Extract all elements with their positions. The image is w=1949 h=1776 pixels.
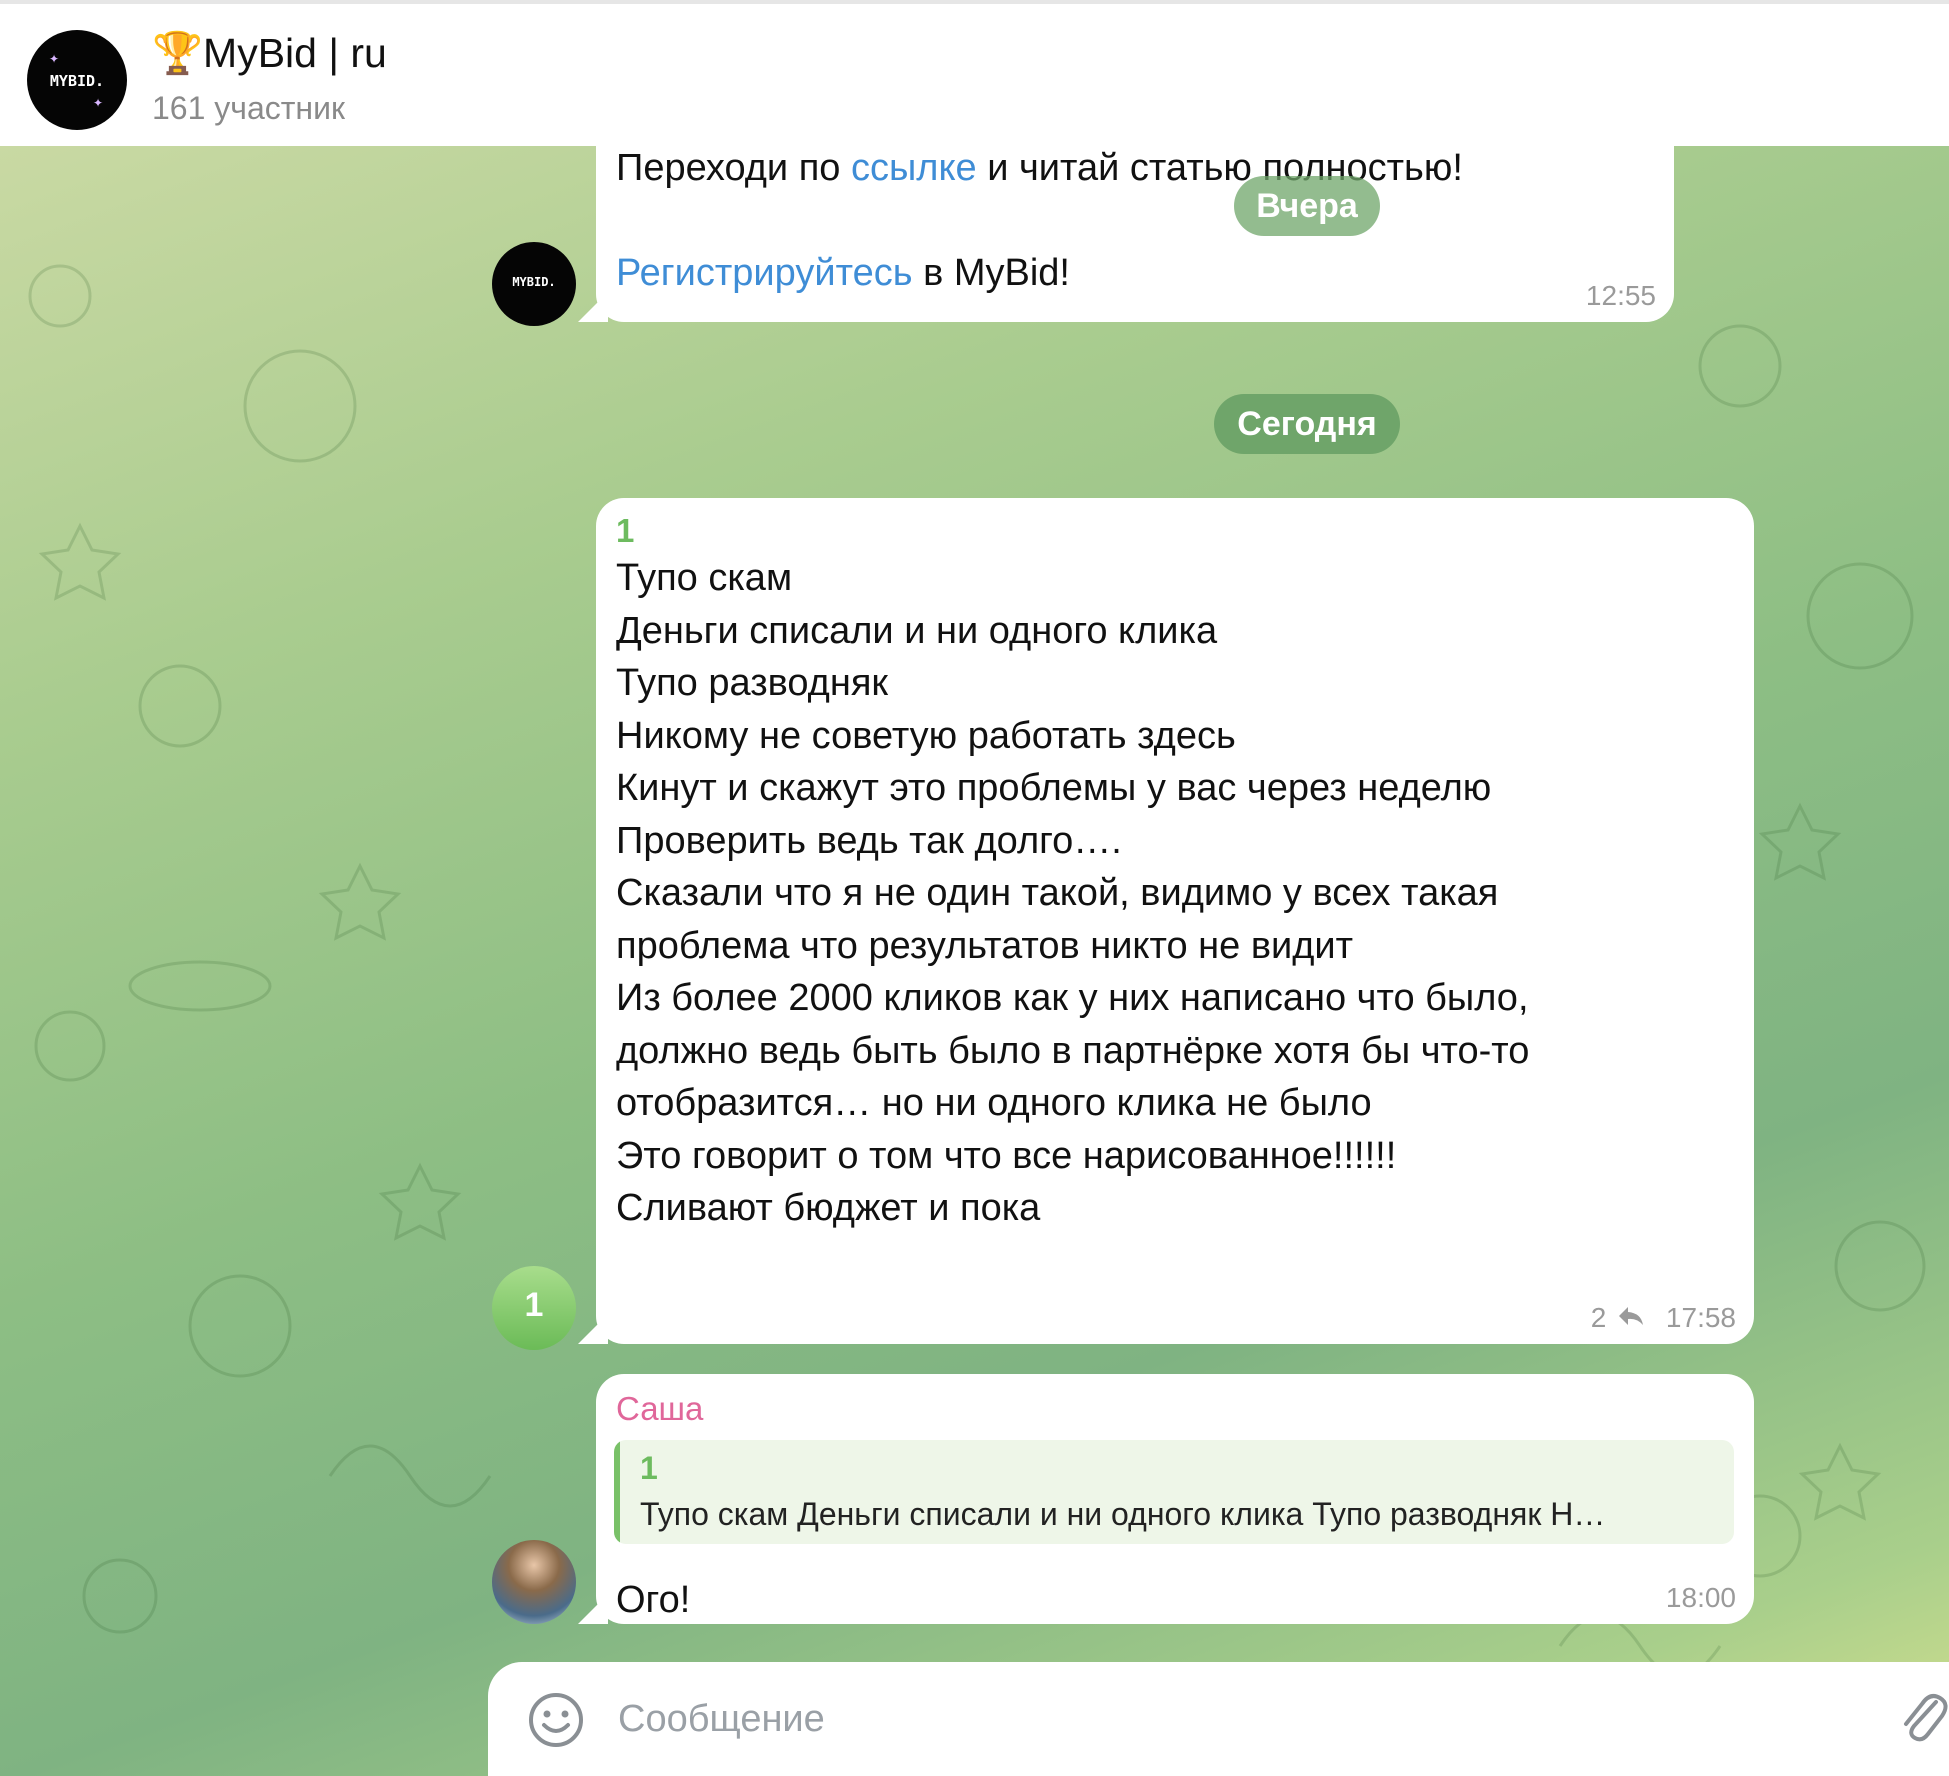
message-time: 12:55 [1585, 280, 1656, 311]
message-line: Регистрируйтесь в MyBid! [616, 252, 1070, 294]
quote-bar [614, 1440, 620, 1544]
message-time: 17:58 [1665, 1302, 1736, 1333]
message-line: Деньги списали и ни одного клика [616, 609, 1218, 652]
message-bubble[interactable]: Переходи по ссылке и читай статью полнос… [578, 146, 1674, 322]
sender-avatar[interactable]: MYBID. [492, 242, 576, 326]
message-bubble[interactable]: 1 Тупо скам Деньги списали и ни одного к… [578, 498, 1754, 1344]
message-line: Тупо скам [616, 557, 793, 599]
channel-avatar[interactable]: ✦ ✦ MYBID. [27, 30, 127, 130]
message-line: Сказали что я не один такой, видимо у вс… [616, 872, 1499, 914]
message-input[interactable]: Сообщение [618, 1698, 825, 1741]
logo-text: MYBID. [512, 275, 556, 289]
quote-preview: Тупо скам Деньги списали и ни одного кли… [640, 1496, 1606, 1532]
chat-header[interactable]: ✦ ✦ MYBID. 🏆MyBid | ru 161 участник [0, 0, 1949, 146]
chat-background: MYBID. Переходи по ссылке и читай статью… [0, 146, 1949, 1776]
message-time: 18:00 [1665, 1582, 1736, 1613]
quote-author: 1 [640, 1450, 658, 1486]
message-text: Ого! [616, 1579, 691, 1621]
reply-quote[interactable]: 1 Тупо скам Деньги списали и ни одного к… [614, 1440, 1734, 1544]
message-line: отобразится… но ни одного клика не было [616, 1082, 1372, 1124]
attach-icon[interactable] [1898, 1688, 1948, 1752]
message-line: Никому не советую работать здесь [616, 714, 1236, 757]
avatar-letter: 1 [524, 1286, 544, 1324]
message-line: Сливают бюджет и пока [616, 1187, 1041, 1229]
date-separator-yesterday: Вчера [1234, 176, 1380, 236]
register-link[interactable]: Регистрируйтесь [616, 252, 913, 294]
sender-name[interactable]: Саша [616, 1390, 703, 1428]
sparkle-icon: ✦ [49, 52, 60, 66]
sender-avatar-sasha[interactable] [492, 1540, 576, 1624]
sender-avatar[interactable]: 1 [492, 1266, 576, 1350]
message-line: Тупо разводняк [616, 662, 889, 704]
message-composer[interactable]: Сообщение [488, 1662, 1949, 1776]
message-meta: 2 17:58 [1591, 1302, 1736, 1334]
logo-text: MYBID. [49, 72, 105, 90]
sparkle-icon: ✦ [93, 96, 104, 110]
message-line: Из более 2000 кликов как у них написано … [616, 977, 1529, 1019]
message-line: Проверить ведь так долго…. [616, 819, 1122, 862]
member-count: 161 участник [152, 90, 345, 126]
article-link[interactable]: ссылке [851, 147, 977, 189]
message-text: Тупо скам Деньги списали и ни одного кли… [616, 552, 1529, 1235]
message-line: должно ведь быть было в партнёрке хотя б… [616, 1029, 1530, 1072]
message-line: Кинут и скажут это проблемы у вас через … [616, 767, 1492, 809]
message-line: Это говорит о том что все нарисованное!!… [616, 1134, 1397, 1177]
reply-count[interactable]: 2 [1591, 1302, 1607, 1333]
sender-name[interactable]: 1 [616, 512, 634, 550]
reply-arrow-icon[interactable] [1618, 1302, 1644, 1334]
date-separator-today: Сегодня [1214, 394, 1400, 454]
emoji-icon[interactable] [528, 1692, 584, 1752]
chat-title[interactable]: 🏆MyBid | ru [152, 30, 387, 78]
message-line: проблема что результатов никто не видит [616, 924, 1354, 967]
